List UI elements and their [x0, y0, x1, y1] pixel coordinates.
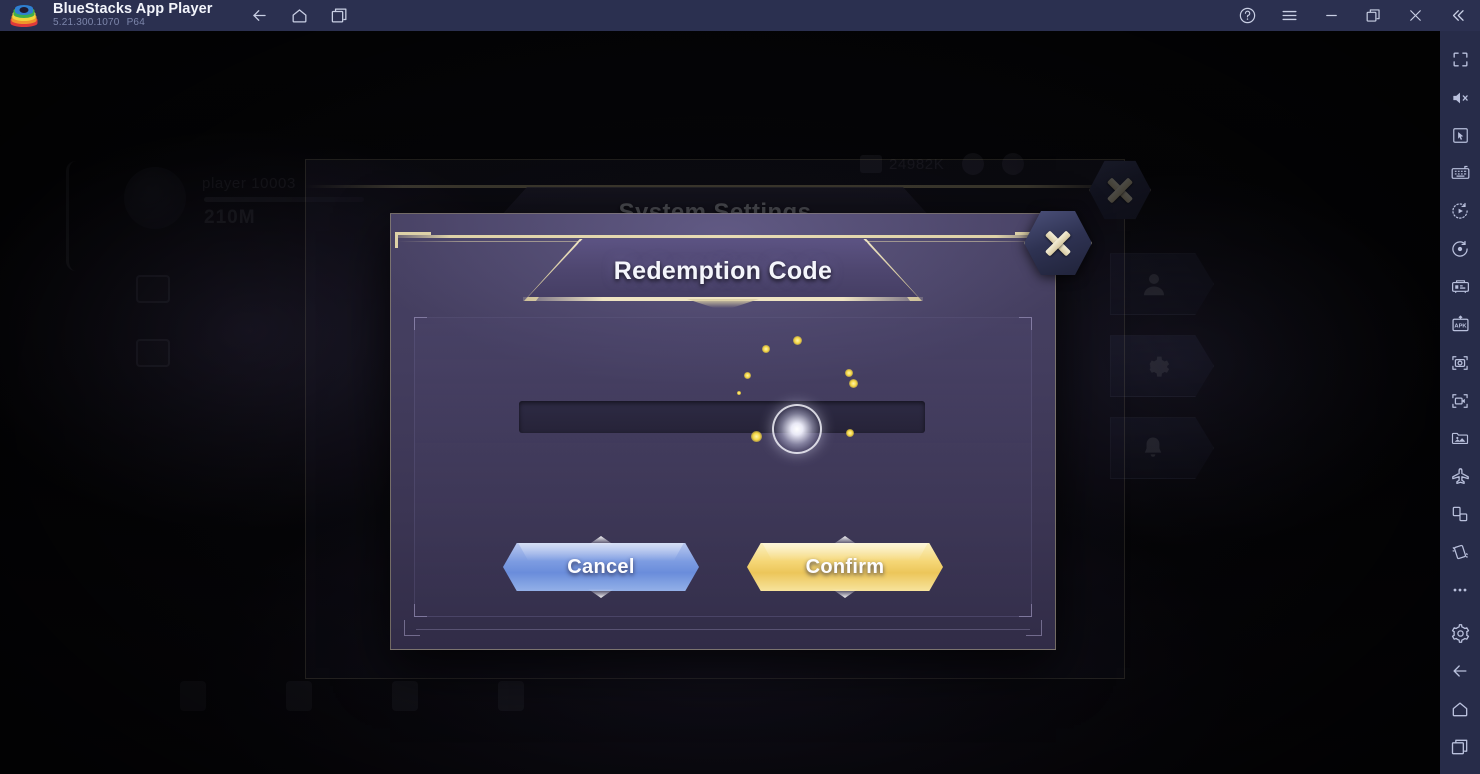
frame-corner-bottom-right — [1026, 620, 1042, 636]
redemption-code-input[interactable] — [519, 401, 925, 433]
frame-corner-top-left — [395, 232, 431, 248]
close-button[interactable] — [1396, 0, 1434, 31]
cursor-mode-button[interactable] — [1440, 117, 1480, 155]
frame-corner-bottom-left — [404, 620, 420, 636]
dialog-button-row: Cancel Confirm — [390, 536, 1056, 591]
record-video-button[interactable] — [1440, 382, 1480, 420]
shake-button[interactable] — [1440, 533, 1480, 571]
dialog-close-button[interactable] — [1024, 209, 1092, 277]
collapse-sidebar-button[interactable] — [1438, 0, 1476, 31]
build-tag: P64 — [126, 17, 145, 29]
fullscreen-button[interactable] — [1440, 41, 1480, 79]
cancel-button[interactable]: Cancel — [503, 536, 699, 591]
redemption-code-field[interactable] — [519, 401, 925, 433]
home-button[interactable] — [285, 3, 315, 29]
recent-apps-button[interactable] — [325, 3, 355, 29]
frame-baseline — [416, 629, 1030, 630]
screenshot-button[interactable] — [1440, 344, 1480, 382]
system-settings-close-button[interactable] — [1089, 159, 1151, 221]
eco-mode-button[interactable] — [1440, 457, 1480, 495]
macro-recorder-button[interactable] — [1440, 192, 1480, 230]
minimize-button[interactable] — [1312, 0, 1350, 31]
android-back-button[interactable] — [1440, 653, 1480, 691]
app-version: 5.21.300.1070 P64 — [53, 18, 213, 29]
bluestacks-logo-icon — [9, 4, 39, 28]
settings-button[interactable] — [1440, 615, 1480, 653]
bluestacks-sidebar: APK — [1440, 31, 1480, 774]
confirm-button[interactable]: Confirm — [747, 536, 943, 591]
bluestacks-window: BlueStacks App Player 5.21.300.1070 P64 — [0, 0, 1480, 774]
multi-instance-button[interactable] — [1440, 268, 1480, 306]
dialog-title: Redemption Code — [613, 257, 833, 285]
app-title: BlueStacks App Player — [53, 1, 213, 18]
maximize-button[interactable] — [1354, 0, 1392, 31]
cancel-button-label: Cancel — [567, 555, 635, 578]
redemption-code-dialog: Redemption Code Cancel Confirm — [390, 211, 1092, 650]
android-recents-button[interactable] — [1440, 728, 1480, 766]
mute-button[interactable] — [1440, 79, 1480, 117]
help-button[interactable] — [1228, 0, 1266, 31]
android-home-button[interactable] — [1440, 690, 1480, 728]
confirm-button-label: Confirm — [805, 555, 885, 578]
game-viewport: player 10003 210M 24982K — [0, 31, 1440, 774]
media-manager-button[interactable] — [1440, 419, 1480, 457]
rotate-button[interactable] — [1440, 495, 1480, 533]
window-controls — [1228, 0, 1480, 31]
script-recorder-button[interactable] — [1440, 230, 1480, 268]
titlebar-nav-group — [245, 3, 355, 29]
menu-button[interactable] — [1270, 0, 1308, 31]
version-number: 5.21.300.1070 — [53, 17, 120, 29]
back-button[interactable] — [245, 3, 275, 29]
more-options-button[interactable] — [1440, 571, 1480, 609]
install-apk-button[interactable]: APK — [1440, 306, 1480, 344]
keyboard-controls-button[interactable] — [1440, 155, 1480, 193]
svg-text:APK: APK — [1454, 324, 1467, 330]
title-bar: BlueStacks App Player 5.21.300.1070 P64 — [0, 0, 1480, 31]
title-block: BlueStacks App Player 5.21.300.1070 P64 — [53, 1, 213, 29]
